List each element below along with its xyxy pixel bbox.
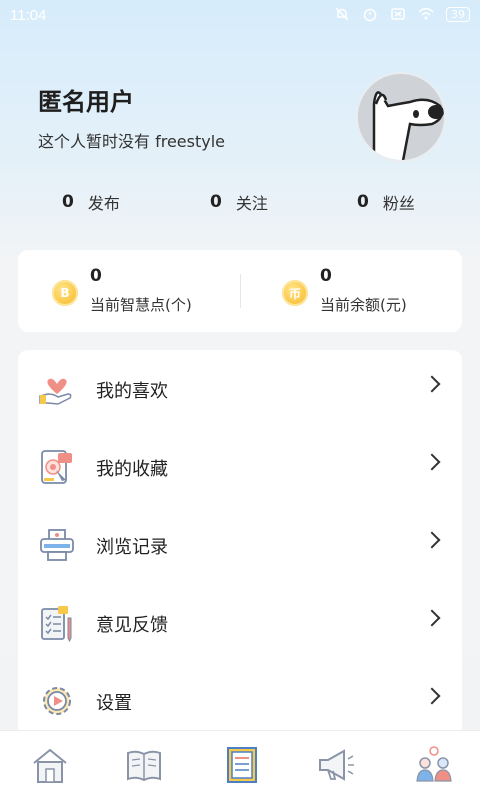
wifi-icon [418,7,434,20]
status-bar: 11:04 39 [0,0,480,32]
avatar[interactable] [356,72,446,162]
status-time: 11:04 [10,7,47,24]
checklist-icon [41,606,72,642]
chat-people-icon [416,746,452,782]
menu-item-likes[interactable]: 我的喜欢 [18,350,462,428]
heart-hand-icon [39,378,72,405]
tab-library[interactable] [124,745,164,785]
stat-following-label: 关注 [235,194,268,213]
wallet-divider [240,274,241,308]
bottom-tab-bar [0,730,480,801]
tab-notebook[interactable] [222,745,262,785]
stat-posts-count: 0 [62,192,74,212]
menu-label-feedback: 意见反馈 [96,615,168,636]
profile-stats: 0 发布 0 关注 0 粉丝 [0,190,480,220]
stat-followers-label: 粉丝 [382,194,415,213]
chevron-right-icon [423,453,441,471]
battery-indicator: 39 [446,6,470,22]
dog-avatar-icon [358,74,444,160]
menu-label-favorites: 我的收藏 [96,459,168,480]
tab-community[interactable] [414,745,454,785]
sim-icon [391,8,405,20]
chevron-right-icon [423,531,441,549]
chevron-right-icon [423,687,441,705]
coin-b-icon: B [52,280,78,306]
printer-icon [40,529,74,561]
menu-list: 我的喜欢 我的收藏 浏览记录 意见反馈 设置 [18,350,462,730]
user-bio[interactable]: 这个人暂时没有 freestyle [38,128,225,152]
wisdom-points-label: 当前智慧点(个) [90,296,192,314]
chevron-right-icon [423,609,441,627]
balance[interactable]: 币 0 当前余额(元) [282,266,407,315]
menu-item-history[interactable]: 浏览记录 [18,506,462,584]
stat-followers-count: 0 [357,192,369,212]
mute-icon [335,7,349,21]
menu-label-history: 浏览记录 [96,537,168,558]
menu-item-favorites[interactable]: 我的收藏 [18,428,462,506]
chevron-right-icon [423,375,441,393]
balance-value: 0 [320,266,332,286]
wisdom-points-value: 0 [90,266,102,286]
home-icon [33,748,67,783]
wallet-card: B 0 当前智慧点(个) 币 0 当前余额(元) [18,250,462,332]
menu-label-settings: 设置 [96,693,132,714]
menu-item-feedback[interactable]: 意见反馈 [18,584,462,662]
menu-label-likes: 我的喜欢 [96,381,168,402]
stat-following-count: 0 [210,192,222,212]
stat-posts[interactable]: 0 发布 [62,190,120,214]
tab-home[interactable] [30,745,70,785]
tab-announcements[interactable] [316,745,356,785]
book-icon [127,750,161,782]
notebook-icon [227,747,257,783]
user-name[interactable]: 匿名用户 [38,82,134,117]
stat-following[interactable]: 0 关注 [210,190,268,214]
balance-label: 当前余额(元) [320,296,407,314]
megaphone-icon [319,749,354,781]
coin-currency-icon: 币 [282,280,308,306]
tablet-favorite-icon [41,450,72,484]
stat-followers[interactable]: 0 粉丝 [357,190,415,214]
settings-gear-icon [43,687,71,715]
wisdom-points[interactable]: B 0 当前智慧点(个) [52,266,192,315]
alarm-icon [363,8,377,22]
status-icons: 39 [334,6,470,22]
stat-posts-label: 发布 [87,194,120,213]
menu-item-settings[interactable]: 设置 [18,662,462,740]
